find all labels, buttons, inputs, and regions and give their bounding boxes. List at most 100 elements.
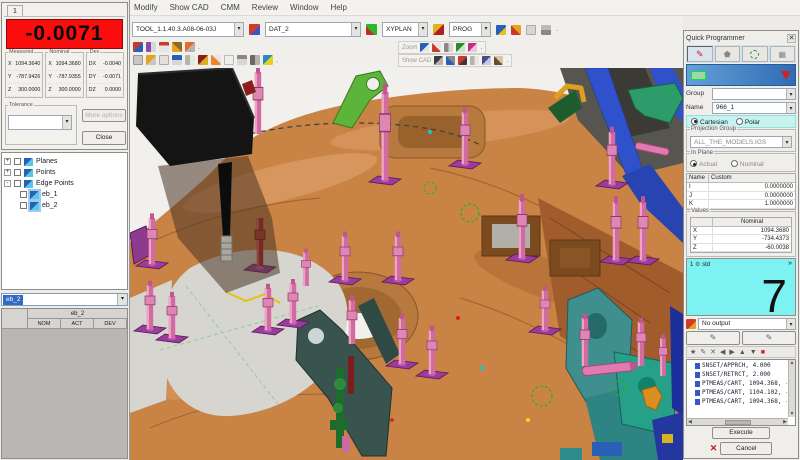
dropdown-icon[interactable]: ▾ xyxy=(786,319,795,329)
collapse-icon[interactable]: - xyxy=(4,180,11,187)
calibrate-icon[interactable] xyxy=(146,42,156,52)
scroll-up-icon[interactable]: ▲ xyxy=(789,360,795,366)
dropdown-icon[interactable]: ▾ xyxy=(786,89,795,99)
close-button[interactable]: Close xyxy=(82,131,126,145)
tree-item-edge-points[interactable]: - Edge Points xyxy=(4,178,125,189)
zoom-window-icon[interactable] xyxy=(444,43,453,52)
record-icon[interactable]: ■ xyxy=(761,349,765,356)
name-combo[interactable]: 966_1 ▾ xyxy=(712,102,796,114)
tool-combo[interactable]: TOOL_1.1.40.3.A08-06-03J ▾ xyxy=(132,22,244,37)
scroll-right-icon[interactable]: ▶ xyxy=(783,419,787,425)
menu-help[interactable]: Help xyxy=(330,3,346,12)
toolbar-overflow[interactable]: . xyxy=(506,57,508,64)
dropdown-icon[interactable]: ▾ xyxy=(418,23,427,36)
prev-icon[interactable]: ◀ xyxy=(720,348,725,356)
value-row-x[interactable]: X1094.3680 xyxy=(691,227,791,236)
tolerance-combo[interactable]: ▾ xyxy=(8,115,72,130)
dropdown-icon[interactable]: ▾ xyxy=(782,137,791,147)
tree-item-planes[interactable]: + Planes xyxy=(4,156,125,167)
pan-icon[interactable] xyxy=(185,55,195,65)
close-icon[interactable]: ✕ xyxy=(787,34,796,43)
menu-cmm[interactable]: CMM xyxy=(221,3,240,12)
circle-mode-button[interactable] xyxy=(742,46,768,62)
vertical-scrollbar[interactable]: ▲ ▼ xyxy=(788,360,795,417)
horizontal-scrollbar[interactable]: ◀ ▶ xyxy=(687,418,788,425)
chevrons-icon[interactable]: » xyxy=(788,260,792,267)
scrollbar-thumb[interactable] xyxy=(725,420,751,425)
move-up-icon[interactable]: ▲ xyxy=(739,349,746,356)
toolbar-overflow[interactable]: . xyxy=(276,57,278,64)
favorite-icon[interactable]: ★ xyxy=(690,348,696,356)
vector-row-j[interactable]: J0.0000000 xyxy=(687,192,795,201)
projection-group-combo[interactable]: ALL_THE_MODELS.IGS ▾ xyxy=(690,136,792,148)
checkbox[interactable] xyxy=(14,169,21,176)
menu-review[interactable]: Review xyxy=(252,3,278,12)
output-combo[interactable]: No output ▾ xyxy=(698,318,796,330)
radio-cartesian[interactable]: Cartesian xyxy=(691,118,728,126)
next-icon[interactable]: ▶ xyxy=(729,348,734,356)
sensor-icon[interactable] xyxy=(185,42,195,52)
command-line[interactable]: PTMEAS/CART, 1094.368, -787.935 xyxy=(695,379,787,388)
tree-item-eb1[interactable]: eb_1 xyxy=(4,189,125,200)
layers-icon[interactable] xyxy=(250,55,260,65)
more-options-button[interactable]: More options xyxy=(82,109,126,122)
fit-view-icon[interactable] xyxy=(133,55,143,65)
program-combo[interactable]: PROG ▾ xyxy=(449,22,491,37)
col-nom[interactable]: NOM xyxy=(28,319,61,328)
hide-cad-icon[interactable] xyxy=(458,56,467,65)
toolbar-overflow[interactable]: . xyxy=(198,44,200,51)
checkbox[interactable] xyxy=(14,158,21,165)
rotate-tool-icon[interactable] xyxy=(172,42,182,52)
show-features-icon[interactable] xyxy=(470,56,479,65)
radio-actual[interactable]: Actual xyxy=(690,161,717,168)
command-line[interactable]: SNSET/RETRCT, 2.000 xyxy=(695,370,787,379)
edit-icon[interactable]: ✎ xyxy=(700,348,706,356)
scroll-left-icon[interactable]: ◀ xyxy=(688,419,692,425)
tree-item-points[interactable]: + Points xyxy=(4,167,125,178)
brush-icon[interactable] xyxy=(494,56,503,65)
redraw-icon[interactable] xyxy=(211,55,221,65)
select-cursor-icon[interactable] xyxy=(159,55,169,65)
scan-mode-button[interactable]: ▦ xyxy=(770,46,796,62)
checkbox[interactable] xyxy=(20,191,27,198)
shading-icon[interactable] xyxy=(237,55,247,65)
write-program-button[interactable]: ✎ xyxy=(686,331,740,345)
paint-cad-icon[interactable] xyxy=(482,56,491,65)
toolbar-overflow[interactable]: . xyxy=(556,26,558,33)
col-act[interactable]: ACT xyxy=(61,319,94,328)
feature-select-combo[interactable]: eb_2 ▾ xyxy=(1,293,128,306)
menu-show-cad[interactable]: Show CAD xyxy=(170,3,209,12)
col-dev[interactable]: DEV xyxy=(94,319,127,328)
command-list[interactable]: SNSET/APPRCH, 4.000 SNSET/RETRCT, 2.000 … xyxy=(686,359,796,426)
tip-select-icon[interactable] xyxy=(159,42,169,52)
new-program-icon[interactable] xyxy=(496,25,506,35)
point-mode-button[interactable]: ✎ xyxy=(687,46,713,62)
command-line[interactable]: PTMEAS/CART, 1094.368, -787.935 xyxy=(695,397,787,406)
zoom-in-icon[interactable] xyxy=(420,43,429,52)
dropdown-icon[interactable]: ▾ xyxy=(351,23,360,36)
datum-combo[interactable]: DAT_2 ▾ xyxy=(265,22,361,37)
dropdown-icon[interactable]: ▾ xyxy=(62,116,71,129)
group-combo[interactable]: ▾ xyxy=(712,88,796,100)
value-row-z[interactable]: Z-60.0038 xyxy=(691,244,791,253)
dropdown-icon[interactable]: ▾ xyxy=(481,23,490,36)
radio-nominal[interactable]: Nominal xyxy=(731,161,764,168)
probe-mode-icon[interactable] xyxy=(133,42,143,52)
erase-program-button[interactable]: ✎ xyxy=(742,331,796,345)
readout-tab[interactable]: 1 xyxy=(7,5,23,16)
wireframe-icon[interactable] xyxy=(224,55,234,65)
toolbar-overflow[interactable]: . xyxy=(480,44,482,51)
expand-icon[interactable]: + xyxy=(4,169,11,176)
vector-row-i[interactable]: I0.0000000 xyxy=(687,183,795,192)
dropdown-icon[interactable]: ▾ xyxy=(786,103,795,113)
viewport-3d[interactable] xyxy=(130,68,683,460)
expand-icon[interactable]: + xyxy=(4,158,11,165)
radio-polar[interactable]: Polar xyxy=(736,118,760,126)
execute-button[interactable]: Execute xyxy=(712,427,770,439)
zoom-fit-icon[interactable] xyxy=(456,43,465,52)
dropdown-icon[interactable]: ▾ xyxy=(117,294,127,305)
rotate-view-icon[interactable] xyxy=(146,55,156,65)
surface-mode-button[interactable]: ⬟ xyxy=(715,46,741,62)
scroll-down-icon[interactable]: ▼ xyxy=(789,411,795,417)
show-wireframe-icon[interactable] xyxy=(446,56,455,65)
